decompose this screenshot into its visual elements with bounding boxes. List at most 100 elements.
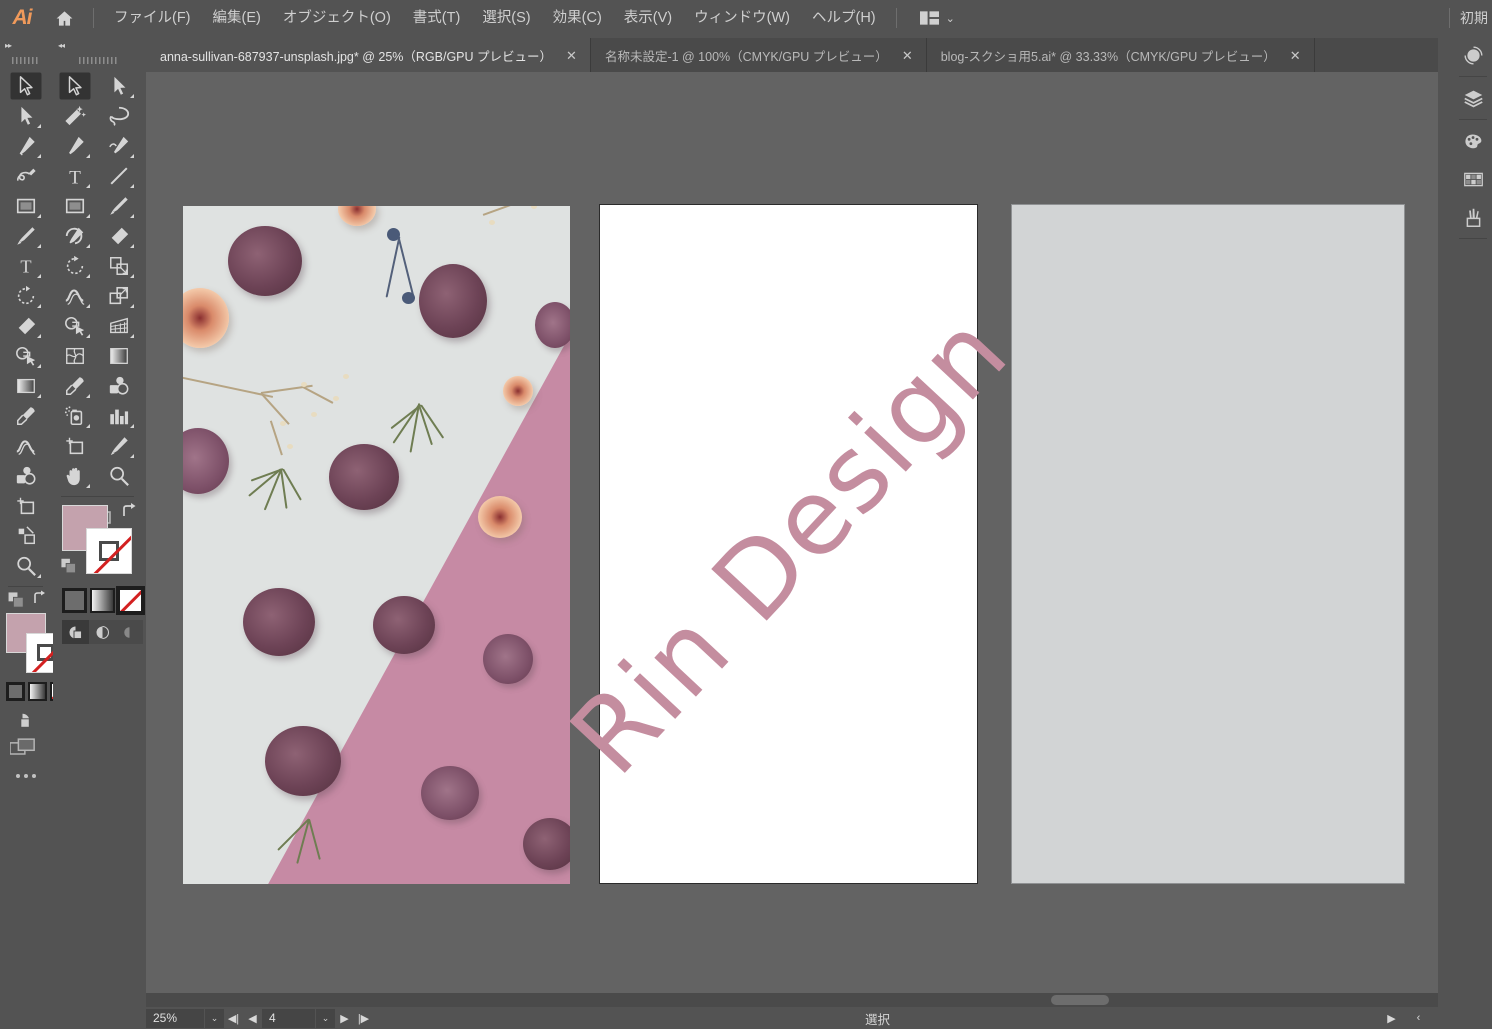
panel-brushes[interactable] <box>1454 198 1492 236</box>
fill-stroke-mini[interactable] <box>7 591 26 608</box>
swap-fill-stroke[interactable] <box>32 590 48 611</box>
artboard-dropdown-icon[interactable]: ⌄ <box>315 1008 335 1028</box>
tool-artboard-w[interactable] <box>53 431 97 461</box>
screen-mode-button[interactable] <box>9 738 36 762</box>
menu-help[interactable]: ヘルプ(H) <box>801 0 887 36</box>
gradient-mode-button[interactable] <box>90 588 115 613</box>
artboard-first-button[interactable]: ◀| <box>224 1009 243 1028</box>
horizontal-scroll-thumb[interactable] <box>1051 995 1109 1005</box>
menu-file[interactable]: ファイル(F) <box>103 0 202 36</box>
zoom-dropdown-icon[interactable]: ⌄ <box>204 1008 224 1028</box>
toolbar-grip[interactable] <box>0 53 51 68</box>
workspace-switcher[interactable]: ⌄ <box>919 11 955 25</box>
tool-rotate[interactable] <box>0 281 51 311</box>
tool-zoom-w[interactable] <box>97 461 141 491</box>
none-mode-button[interactable] <box>116 586 145 615</box>
panel-swatches[interactable] <box>1454 122 1492 160</box>
artboard-logo[interactable]: Rin Design <box>546 204 1031 884</box>
logo-text[interactable]: Rin Design <box>546 291 1030 798</box>
draw-behind-button[interactable] <box>89 620 116 644</box>
panel-properties[interactable] <box>1454 36 1492 74</box>
tool-rectangle-w[interactable] <box>53 191 97 221</box>
draw-inside-button[interactable] <box>116 620 143 644</box>
menu-view[interactable]: 表示(V) <box>613 0 683 36</box>
panel-layers[interactable] <box>1454 79 1492 117</box>
tool-blend[interactable] <box>0 461 51 491</box>
tool-eraser[interactable] <box>0 311 51 341</box>
tool-shaper[interactable] <box>53 221 97 251</box>
tool-column-graph[interactable] <box>97 401 141 431</box>
artboard-photo[interactable] <box>183 206 570 884</box>
tool-lasso[interactable] <box>97 101 141 131</box>
status-collapse-chevron[interactable]: ‹ <box>1409 1009 1428 1028</box>
draw-normal-button[interactable] <box>62 620 89 644</box>
document-tab-2[interactable]: 名称未設定-1 @ 100%（CMYK/GPU プレビュー） ✕ <box>591 38 927 72</box>
tool-gradient-w[interactable] <box>97 341 141 371</box>
tool-slice[interactable] <box>0 521 51 551</box>
panel-color-guide[interactable] <box>1454 160 1492 198</box>
menu-edit[interactable]: 編集(E) <box>202 0 272 36</box>
gradient-mode-button[interactable] <box>28 682 47 701</box>
artboard-blank[interactable] <box>1011 204 1405 884</box>
menu-effect[interactable]: 効果(C) <box>542 0 613 36</box>
tool-selection-w[interactable] <box>53 71 97 101</box>
tool-paintbrush-w[interactable] <box>97 191 141 221</box>
menu-window[interactable]: ウィンドウ(W) <box>683 0 801 36</box>
color-mode-button[interactable] <box>62 588 87 613</box>
tool-mesh[interactable] <box>53 341 97 371</box>
menu-type[interactable]: 書式(T) <box>402 0 472 36</box>
tool-rectangle[interactable] <box>0 191 51 221</box>
tool-type-w[interactable]: T <box>53 161 97 191</box>
artboard-next-button[interactable]: ▶ <box>335 1009 354 1028</box>
tool-symbol-sprayer[interactable] <box>53 401 97 431</box>
menu-object[interactable]: オブジェクト(O) <box>272 0 402 36</box>
tool-shape-builder-w[interactable] <box>53 311 97 341</box>
tool-rotate-w[interactable] <box>53 251 97 281</box>
menu-select[interactable]: 選択(S) <box>471 0 541 36</box>
horizontal-scrollbar[interactable] <box>146 993 1438 1007</box>
artboard-number-field[interactable]: 4 <box>262 1008 315 1028</box>
tool-eyedropper[interactable] <box>0 401 51 431</box>
close-icon[interactable]: ✕ <box>902 49 913 62</box>
tool-free-transform[interactable] <box>97 281 141 311</box>
home-icon[interactable] <box>44 0 84 36</box>
stroke-swatch[interactable] <box>86 528 132 574</box>
close-icon[interactable]: ✕ <box>566 49 577 62</box>
swap-fill-stroke[interactable] <box>121 502 137 523</box>
tool-pen-w[interactable] <box>53 131 97 161</box>
default-fill-stroke[interactable] <box>60 557 78 579</box>
toolbar-expand-button[interactable]: ▸▸ <box>0 38 51 53</box>
tool-pen[interactable] <box>0 131 51 161</box>
tool-zoom[interactable] <box>0 551 51 581</box>
tool-curvature[interactable] <box>0 161 51 191</box>
tool-width[interactable] <box>0 431 51 461</box>
tool-eraser-w[interactable] <box>97 221 141 251</box>
tool-hand[interactable] <box>53 461 97 491</box>
tool-eyedropper-w[interactable] <box>53 371 97 401</box>
document-tab-3[interactable]: blog-スクショ用5.ai* @ 33.33%（CMYK/GPU プレビュー）… <box>927 38 1315 72</box>
toolbar-grip-wide[interactable] <box>53 53 142 68</box>
document-tab-1[interactable]: anna-sullivan-687937-unsplash.jpg* @ 25%… <box>146 38 591 72</box>
artboard-last-button[interactable]: |▶ <box>354 1009 373 1028</box>
close-icon[interactable]: ✕ <box>1290 49 1301 62</box>
tool-magic-wand[interactable] <box>53 101 97 131</box>
color-mode-button[interactable] <box>6 682 25 701</box>
tool-width-w[interactable] <box>53 281 97 311</box>
tool-selection[interactable] <box>0 71 51 101</box>
artboard-prev-button[interactable]: ◀ <box>243 1009 262 1028</box>
tool-scale[interactable] <box>97 251 141 281</box>
tool-line-segment[interactable] <box>97 161 141 191</box>
edit-toolbar-dots[interactable] <box>0 770 51 778</box>
tool-paintbrush[interactable] <box>0 221 51 251</box>
toolbar-collapse-button[interactable]: ◂◂ <box>53 38 142 53</box>
status-menu-arrow[interactable]: ▶ <box>1382 1009 1401 1028</box>
tool-artboard[interactable] <box>0 491 51 521</box>
tool-direct-selection-w[interactable] <box>97 71 141 101</box>
tool-add-anchor[interactable] <box>97 131 141 161</box>
tool-gradient[interactable] <box>0 371 51 401</box>
tool-shape-builder[interactable] <box>0 341 51 371</box>
tool-type[interactable]: T <box>0 251 51 281</box>
tool-blend-w[interactable] <box>97 371 141 401</box>
tool-slice-w[interactable] <box>97 431 141 461</box>
workspace-label[interactable]: 初期 <box>1460 8 1488 28</box>
